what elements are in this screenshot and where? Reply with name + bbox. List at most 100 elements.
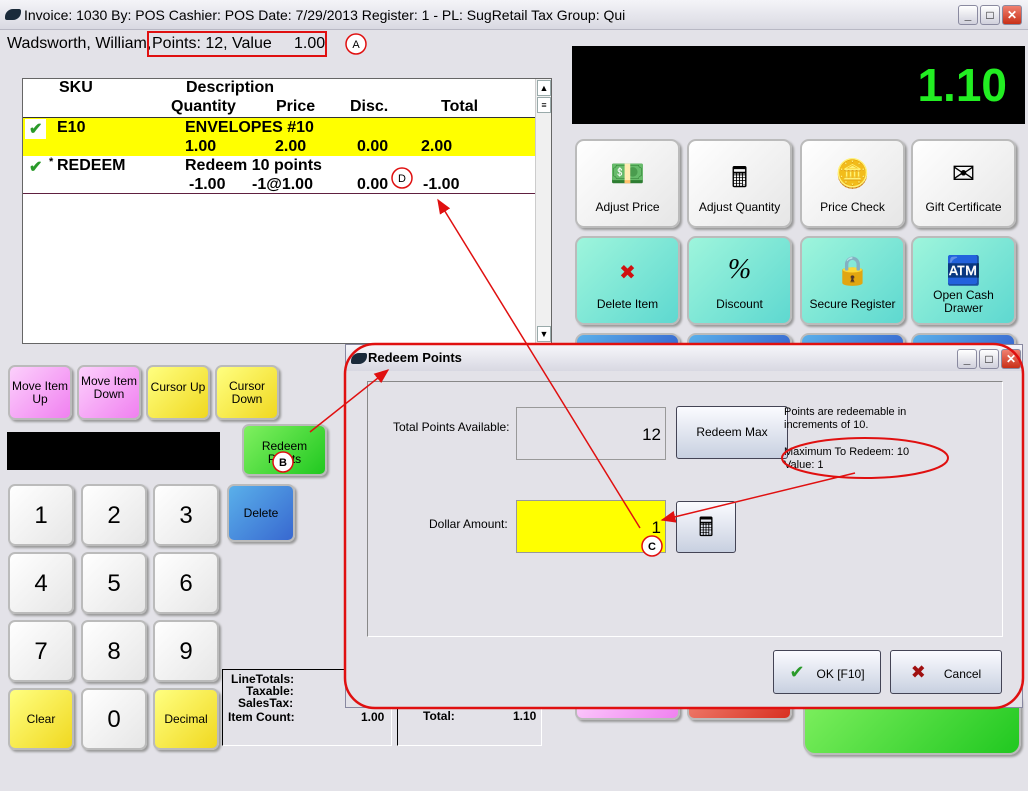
move-item-down-button[interactable]: Move Item Down [77,365,141,420]
customer-points: Points: 12, Value 1.00 [152,35,326,52]
envelope-hand-icon: ✉ [951,158,976,189]
action-adjust-quantity-button[interactable]: 🖩 Adjust Quantity [687,139,792,228]
description: Redeem 10 points [185,157,322,174]
value-info: Value: 1 [784,459,824,471]
percent-icon: % [727,254,752,285]
key-1[interactable]: 1 [8,484,74,546]
maximize-button[interactable]: □ [980,5,1000,25]
sku: REDEEM [57,157,126,174]
dialog-close-button[interactable]: ✕ [1001,349,1021,369]
ok-button[interactable]: ✔ OK [F10] [773,650,881,694]
key-9[interactable]: 9 [153,620,219,682]
cursor-up-button[interactable]: Cursor Up [146,365,210,420]
table-row[interactable]: ✔ E10 ENVELOPES #10 1.00 2.00 0.00 2.00 [23,117,535,156]
calculator-icon: 🖩 [698,512,714,542]
cancel-button[interactable]: ✖ Cancel [890,650,1002,694]
total-label: Total: [423,709,455,723]
lock-icon: 🔒 [835,255,870,286]
grid-scrollbar[interactable]: ▲ ≡ ▼ [535,79,551,343]
calculator-button[interactable]: 🖩 [676,501,736,553]
ok-label: OK [F10] [816,667,865,681]
action-label: Discount [716,297,763,311]
header-sku: SKU [59,79,93,96]
action-open-cash-drawer-button[interactable]: 🏧 Open Cash Drawer [911,236,1016,325]
scroll-down-icon[interactable]: ▼ [537,326,551,342]
key-7[interactable]: 7 [8,620,74,682]
header-quantity: Quantity [171,98,236,115]
input-display [7,432,220,470]
action-adjust-price-button[interactable]: 💵 Adjust Price [575,139,680,228]
key-5[interactable]: 5 [81,552,147,614]
action-label: Delete Item [596,297,659,311]
dialog-minimize-button[interactable]: _ [957,349,977,369]
key-8[interactable]: 8 [81,620,147,682]
disc: 0.00 [357,176,389,193]
total: -1.00 [423,176,460,193]
action-label: Price Check [820,200,885,214]
action-secure-register-button[interactable]: 🔒 Secure Register [800,236,905,325]
action-gift-certificate-button[interactable]: ✉ Gift Certificate [911,139,1016,228]
action-label: Secure Register [809,297,896,311]
key-2[interactable]: 2 [81,484,147,546]
quantity: 1.00 [185,138,217,155]
row-mark: * [49,156,54,168]
coin-icon: 🪙 [835,158,870,189]
check-icon: ✔ [25,119,47,139]
key-6[interactable]: 6 [153,552,219,614]
item-count: 1.00 [361,710,385,724]
header-price: Price [276,98,316,115]
action-label: Open Cash Drawer [933,288,994,315]
check-icon: ✔ [789,662,805,682]
disc: 0.00 [357,138,389,155]
total-value: 1.10 [513,709,537,723]
total: 2.00 [421,138,453,155]
cash-register-icon: 🏧 [946,255,981,286]
action-delete-item-button[interactable]: ✖ Delete Item [575,236,680,325]
key-3[interactable]: 3 [153,484,219,546]
sales-tax-label: SalesTax: [238,696,294,710]
price: -1@1.00 [252,176,313,193]
move-item-up-button[interactable]: Move Item Up [8,365,72,420]
customer-name: Wadsworth, William, [7,35,152,52]
invoice-grid[interactable]: SKU Description Quantity Price Disc. Tot… [22,78,552,344]
window-title-bar: Invoice: 1030 By: POS Cashier: POS Date:… [0,0,1028,30]
dollar-amount-label: Dollar Amount: [429,517,508,531]
minimize-button[interactable]: _ [958,5,978,25]
action-label: Adjust Quantity [698,200,781,214]
sku: E10 [57,119,86,136]
action-label: Adjust Price [595,200,660,214]
svg-text:A: A [352,39,360,51]
delete-button[interactable]: Delete [227,484,295,542]
dialog-maximize-button[interactable]: □ [979,349,999,369]
table-row[interactable]: ✔ * REDEEM Redeem 10 points -1.00 -1@1.0… [23,156,535,194]
key-clear[interactable]: Clear [8,688,74,750]
key-4[interactable]: 4 [8,552,74,614]
key-decimal[interactable]: Decimal [153,688,219,750]
cursor-down-button[interactable]: Cursor Down [215,365,279,420]
close-button[interactable]: ✕ [1002,5,1022,25]
description: ENVELOPES #10 [185,119,314,136]
total-points-label: Total Points Available: [393,420,510,434]
cancel-label: Cancel [943,667,982,681]
calculator-icon: 🖩 [731,162,748,193]
total-points-field: 12 [516,407,666,460]
x-icon: ✖ [619,262,636,284]
dollar-amount-input[interactable]: 1 [516,500,666,553]
action-discount-button[interactable]: % Discount [687,236,792,325]
scroll-up-icon[interactable]: ▲ [537,80,551,96]
item-count-label: Item Count: [228,710,295,724]
total-display: 1.10 [572,46,1025,124]
check-icon: ✔ [29,159,43,176]
key-0[interactable]: 0 [81,688,147,750]
redeem-max-button[interactable]: Redeem Max [676,406,788,459]
quantity: -1.00 [189,176,226,193]
redeem-points-button[interactable]: Redeem Points [242,424,327,476]
window-title: Invoice: 1030 By: POS Cashier: POS Date:… [24,7,626,23]
redeem-points-dialog: Redeem Points _ □ ✕ Total Points Availab… [345,344,1023,708]
header-total: Total [441,98,479,115]
x-icon: ✖ [910,662,926,682]
dialog-title: Redeem Points [346,345,1022,371]
action-price-check-button[interactable]: 🪙 Price Check [800,139,905,228]
header-disc: Disc. [350,98,389,115]
scroll-thumb[interactable]: ≡ [537,97,551,113]
